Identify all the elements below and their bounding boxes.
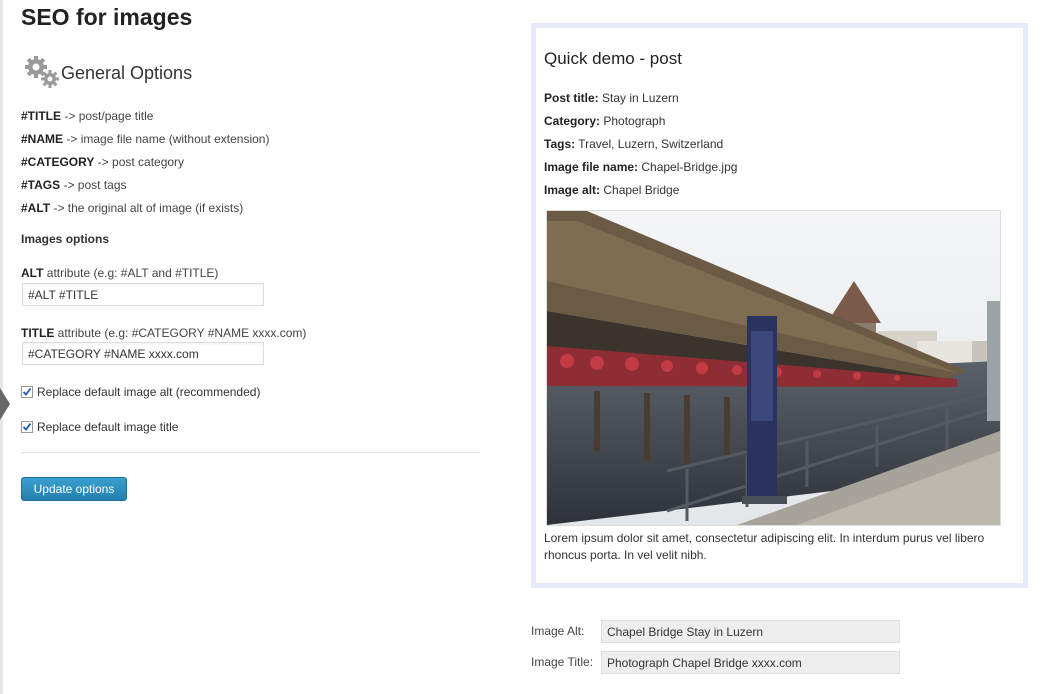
meta-item: Category: Photograph (544, 114, 666, 128)
replace-alt-label: Replace default image alt (recommended) (37, 385, 261, 399)
replace-alt-option[interactable]: Replace default image alt (recommended) (21, 385, 260, 399)
alt-attribute-input[interactable] (22, 283, 264, 306)
left-rail (0, 0, 3, 694)
replace-alt-checkbox[interactable] (21, 386, 33, 398)
replace-title-checkbox[interactable] (21, 421, 33, 433)
legend-item: #NAME -> image file name (without extens… (21, 132, 270, 146)
meta-item: Image file name: Chapel-Bridge.jpg (544, 160, 738, 174)
title-attribute-label: TITLE attribute (e.g: #CATEGORY #NAME xx… (21, 326, 307, 340)
page-title: SEO for images (21, 4, 193, 30)
legend-item: #TAGS -> post tags (21, 178, 127, 192)
demo-title: Quick demo - post (544, 49, 682, 68)
title-attribute-input[interactable] (22, 342, 264, 365)
alt-attribute-label: ALT attribute (e.g: #ALT and #TITLE) (21, 266, 219, 280)
quick-demo-panel: Quick demo - post Post title: Stay in Lu… (531, 23, 1028, 588)
images-options-heading: Images options (21, 232, 110, 246)
meta-item: Tags: Travel, Luzern, Switzerland (544, 137, 724, 151)
legend-item: #TITLE -> post/page title (21, 109, 154, 123)
token-legend: #TITLE -> post/page title #NAME -> image… (21, 108, 269, 223)
post-caption: Lorem ipsum dolor sit amet, consectetur … (544, 531, 985, 562)
legend-item: #CATEGORY -> post category (21, 155, 185, 169)
divider (21, 452, 480, 453)
replace-title-option[interactable]: Replace default image title (21, 420, 178, 434)
collapse-arrow-icon[interactable] (0, 388, 10, 420)
image-title-label: Image Title: (531, 655, 594, 669)
post-meta: Post title: Stay in Luzern Category: Pho… (544, 90, 737, 205)
gears-icon (23, 54, 61, 90)
update-options-button[interactable]: Update options (21, 477, 127, 501)
image-title-output (601, 651, 900, 674)
replace-title-label: Replace default image title (37, 420, 179, 434)
meta-item: Post title: Stay in Luzern (544, 91, 679, 105)
image-alt-output (601, 620, 900, 643)
legend-item: #ALT -> the original alt of image (if ex… (21, 201, 244, 215)
image-alt-label: Image Alt: (531, 624, 585, 638)
section-title: General Options (61, 62, 193, 83)
general-options-header: General Options (23, 54, 192, 90)
meta-item: Image alt: Chapel Bridge (544, 183, 680, 197)
chapel-bridge-photo (546, 210, 1001, 526)
